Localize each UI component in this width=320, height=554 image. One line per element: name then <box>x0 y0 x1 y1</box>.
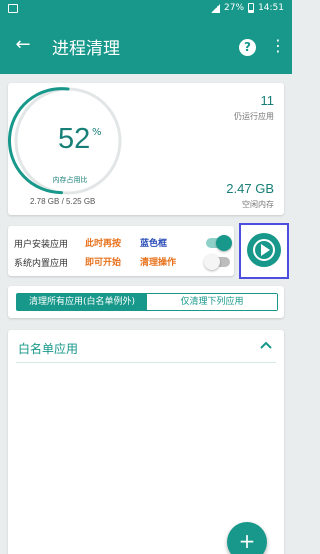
annotation-text: 此时再按 <box>85 239 122 249</box>
divider <box>16 362 276 363</box>
annotation-text: 蓝色框 <box>140 239 168 249</box>
clean-only-option[interactable]: 仅清理下列应用 <box>147 294 277 310</box>
chevron-up-icon[interactable] <box>258 338 274 354</box>
more-options-icon[interactable]: ⋮ <box>270 36 286 58</box>
app-type-card: 用户安装应用 系统内置应用 此时再按 蓝色框 即可开始 清理操作 <box>8 226 234 276</box>
help-icon[interactable]: ? <box>239 39 256 56</box>
battery-icon <box>248 3 255 13</box>
app-bar: ← 进程清理 ? ⋮ <box>0 18 292 74</box>
system-apps-label: 系统内置应用 <box>14 259 69 269</box>
clean-all-option[interactable]: 清理所有应用(白名单例外) <box>17 294 147 310</box>
free-memory-value: 2.47 GB <box>226 181 274 196</box>
status-right: 27% 14:51 <box>211 3 284 13</box>
toggle-knob <box>216 235 232 251</box>
image-notification-icon <box>8 4 18 13</box>
user-apps-toggle[interactable] <box>206 235 232 251</box>
memory-card: 52 % 内存占用比 2.78 GB / 5.25 GB 11 仍运行应用 2.… <box>8 83 284 215</box>
whitelist-card: 白名单应用 <box>8 330 284 554</box>
user-apps-label: 用户安装应用 <box>14 240 69 250</box>
clock: 14:51 <box>258 3 284 13</box>
toggle-knob <box>204 254 220 270</box>
system-apps-toggle[interactable] <box>204 254 230 270</box>
back-button[interactable]: ← <box>10 32 36 58</box>
annotation-text: 清理操作 <box>140 258 177 268</box>
clean-mode-segmented: 清理所有应用(白名单例外) 仅清理下列应用 <box>16 293 278 311</box>
signal-icon <box>211 3 221 13</box>
annotation-text: 即可开始 <box>85 258 122 268</box>
memory-usage-value: 2.78 GB / 5.25 GB <box>30 197 96 206</box>
running-apps-label: 仍运行应用 <box>234 112 274 121</box>
whitelist-title: 白名单应用 <box>18 342 79 356</box>
memory-percent-sign: % <box>92 127 102 138</box>
page-title: 进程清理 <box>52 39 120 59</box>
battery-percent: 27% <box>224 3 245 13</box>
memory-percent: 52 <box>58 123 91 155</box>
clean-mode-card: 清理所有应用(白名单例外) 仅清理下列应用 <box>8 286 284 318</box>
memory-usage-label: 内存占用比 <box>52 176 88 184</box>
start-clean-button[interactable] <box>247 233 281 267</box>
add-button[interactable]: + <box>227 522 267 554</box>
start-clean-highlight[interactable] <box>239 223 289 279</box>
status-bar: 27% 14:51 <box>0 0 292 18</box>
play-icon <box>261 244 270 256</box>
running-apps-count: 11 <box>260 93 275 108</box>
free-memory-label: 空闲内存 <box>242 200 274 209</box>
